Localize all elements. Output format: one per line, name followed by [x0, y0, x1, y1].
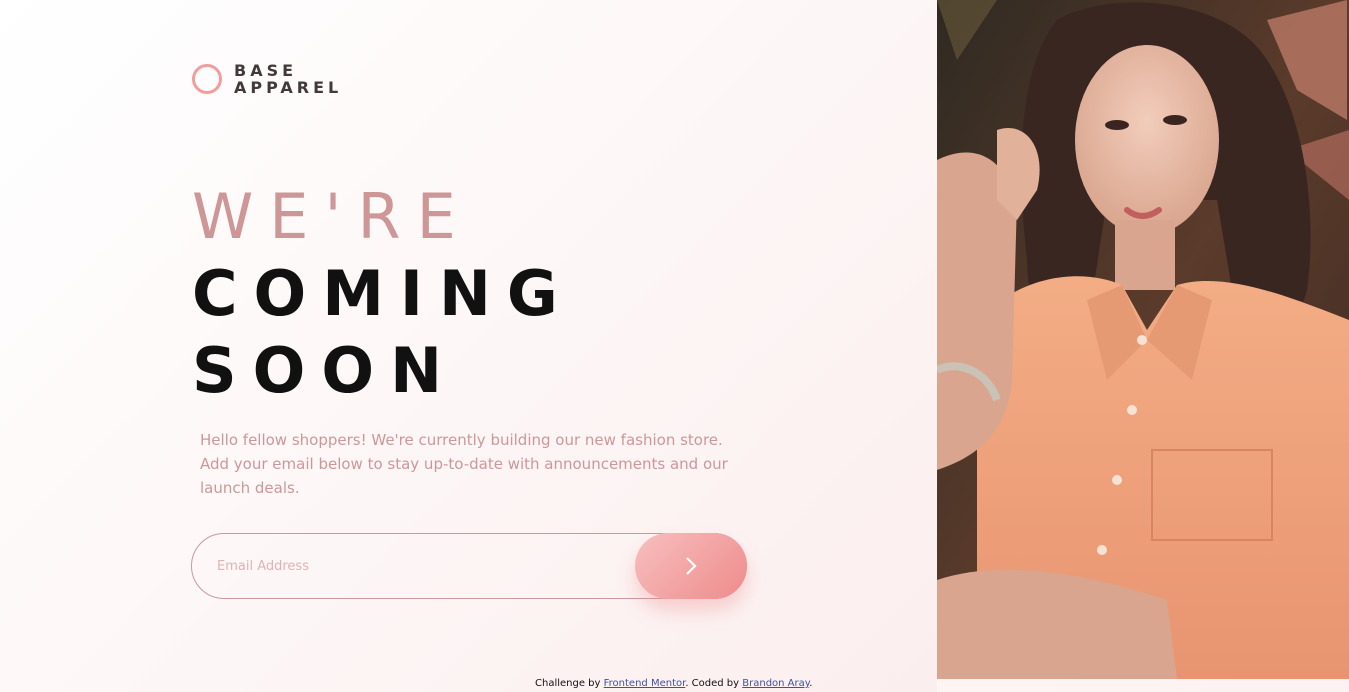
attribution-middle: . Coded by [685, 678, 740, 689]
brand-name: BASE APPAREL [234, 62, 342, 96]
frontend-mentor-link[interactable]: Frontend Mentor [604, 678, 686, 689]
subscribe-form [191, 533, 747, 599]
attribution: Challenge by Frontend Mentor. Coded by B… [535, 678, 812, 689]
hero-image [937, 0, 1349, 679]
headline-light: WE'RE [192, 180, 472, 253]
chevron-right-icon [686, 557, 697, 575]
brand-line-2: APPAREL [234, 78, 343, 97]
submit-button[interactable] [635, 533, 747, 599]
description: Hello fellow shoppers! We're currently b… [200, 431, 728, 497]
attribution-prefix: Challenge by [535, 678, 601, 689]
hero-photo-icon [937, 0, 1349, 679]
headline-dark-2: SOON [192, 334, 458, 407]
brand-line-1: BASE [234, 61, 298, 80]
author-link[interactable]: Brandon Aray [742, 678, 809, 689]
headline: WE'RE COMING SOON [192, 178, 574, 409]
headline-dark-1: COMING [192, 257, 574, 330]
logo-circle-icon [192, 64, 222, 94]
attribution-suffix: . [809, 678, 813, 689]
brand-logo[interactable]: BASE APPAREL [192, 62, 342, 96]
